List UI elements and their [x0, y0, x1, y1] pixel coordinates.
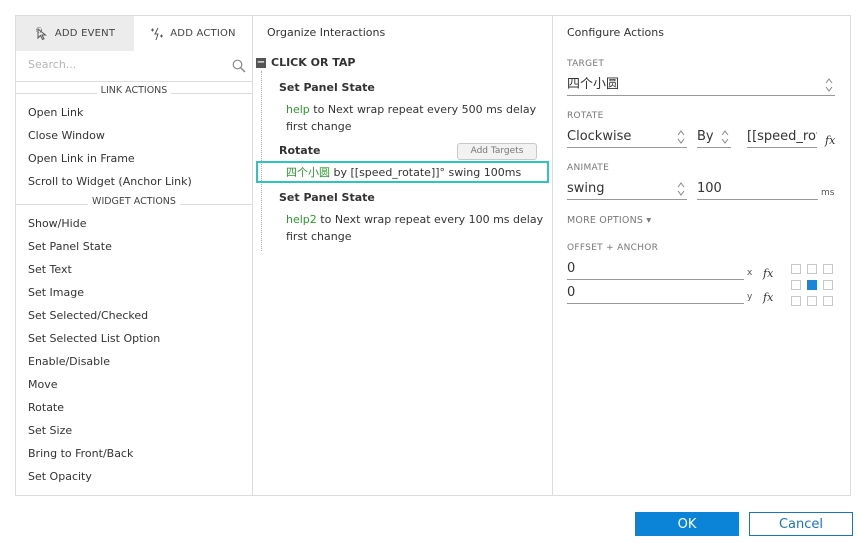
anchor-bottom-center[interactable]: [807, 296, 817, 306]
tab-add-action-label: ADD ACTION: [170, 28, 236, 39]
event-label: CLICK OR TAP: [271, 56, 356, 69]
search-icon[interactable]: [232, 59, 246, 73]
add-event-icon: [35, 26, 47, 40]
case-title-rotate[interactable]: Rotate: [279, 144, 320, 157]
duration-unit: ms: [821, 188, 835, 198]
ok-button[interactable]: OK: [635, 512, 739, 536]
select-arrows-icon: [677, 182, 685, 196]
offset-x-value: 0: [567, 261, 576, 276]
anchor-top-center[interactable]: [807, 264, 817, 274]
action-desc-2: by [[speed_rotate]]° swing 100ms: [330, 166, 522, 179]
organize-interactions-panel: Organize Interactions − CLICK OR TAP Set…: [252, 16, 553, 495]
action-enable-disable[interactable]: Enable/Disable: [16, 350, 252, 373]
rotate-value: [[speed_rotate]]: [747, 129, 817, 144]
action-open-link-in-frame[interactable]: Open Link in Frame: [16, 147, 252, 170]
rotate-direction-select[interactable]: Clockwise: [567, 127, 687, 148]
action-close-window[interactable]: Close Window: [16, 124, 252, 147]
offset-y-value: 0: [567, 285, 576, 300]
select-arrows-icon: [677, 130, 685, 144]
action-set-text[interactable]: Set Text: [16, 258, 252, 281]
action-set-size[interactable]: Set Size: [16, 419, 252, 442]
action-target-2: 四个小圆: [286, 166, 330, 179]
rotate-by-select[interactable]: By: [697, 127, 731, 148]
anchor-grid: [791, 264, 835, 308]
rotate-direction-value: Clockwise: [567, 129, 632, 144]
link-actions-list: Open Link Close Window Open Link in Fram…: [16, 101, 252, 193]
configure-actions-title: Configure Actions: [567, 26, 664, 39]
action-bring-to-front-back[interactable]: Bring to Front/Back: [16, 442, 252, 465]
add-targets-button[interactable]: Add Targets: [457, 143, 537, 160]
cancel-button[interactable]: Cancel: [749, 512, 853, 536]
selected-action-row[interactable]: 四个小圆 by [[speed_rotate]]° swing 100ms: [256, 161, 549, 183]
anchor-middle-left[interactable]: [791, 280, 801, 290]
action-show-hide[interactable]: Show/Hide: [16, 212, 252, 235]
action-set-selected-list-option[interactable]: Set Selected List Option: [16, 327, 252, 350]
anchor-top-left[interactable]: [791, 264, 801, 274]
offset-y-input[interactable]: 0: [567, 283, 744, 304]
anchor-bottom-left[interactable]: [791, 296, 801, 306]
action-set-image[interactable]: Set Image: [16, 281, 252, 304]
tab-add-event[interactable]: ADD EVENT: [16, 16, 134, 51]
tab-add-action[interactable]: ADD ACTION: [134, 16, 252, 51]
anchor-top-right[interactable]: [823, 264, 833, 274]
configure-actions-panel: Configure Actions TARGET 四个小圆 ROTATE Clo…: [552, 16, 850, 495]
action-open-link[interactable]: Open Link: [16, 101, 252, 124]
action-detail-3[interactable]: help2 to Next wrap repeat every 100 ms d…: [286, 211, 546, 245]
rotate-label: ROTATE: [567, 111, 604, 121]
offset-anchor-label: OFFSET + ANCHOR: [567, 243, 659, 253]
case-title-set-panel-state-1[interactable]: Set Panel State: [279, 81, 375, 94]
action-target-3: help2: [286, 213, 317, 226]
widget-actions-list: Show/Hide Set Panel State Set Text Set I…: [16, 212, 252, 488]
target-label: TARGET: [567, 59, 605, 69]
organize-interactions-title: Organize Interactions: [267, 26, 386, 39]
select-arrows-icon: [825, 78, 833, 92]
target-select[interactable]: 四个小圆: [567, 75, 835, 96]
action-target-1: help: [286, 103, 310, 116]
collapse-icon[interactable]: −: [256, 57, 266, 68]
palette-tabs: ADD EVENT ADD ACTION: [16, 16, 252, 51]
rotate-value-input[interactable]: [[speed_rotate]]: [747, 127, 817, 148]
action-search: [16, 51, 252, 82]
fx-icon[interactable]: fx: [763, 291, 773, 304]
tab-add-event-label: ADD EVENT: [54, 28, 116, 39]
anchor-middle-right[interactable]: [823, 280, 833, 290]
widget-actions-header: WIDGET ACTIONS: [16, 196, 252, 212]
animate-type-select[interactable]: swing: [567, 179, 687, 200]
animate-label: ANIMATE: [567, 163, 610, 173]
offset-y-unit: y: [747, 292, 753, 302]
add-action-icon: [151, 27, 164, 40]
actions-palette: ADD EVENT ADD ACTION LINK ACTIONS Open L…: [16, 16, 253, 495]
action-rotate[interactable]: Rotate: [16, 396, 252, 419]
action-move[interactable]: Move: [16, 373, 252, 396]
offset-x-unit: x: [747, 268, 753, 278]
action-set-selected-checked[interactable]: Set Selected/Checked: [16, 304, 252, 327]
fx-icon[interactable]: fx: [763, 267, 773, 280]
action-set-panel-state[interactable]: Set Panel State: [16, 235, 252, 258]
fx-icon[interactable]: fx: [825, 134, 835, 147]
anchor-bottom-right[interactable]: [823, 296, 833, 306]
select-arrows-icon: [721, 130, 729, 144]
target-value: 四个小圆: [567, 77, 620, 92]
action-scroll-to-widget[interactable]: Scroll to Widget (Anchor Link): [16, 170, 252, 193]
search-input[interactable]: [26, 57, 220, 72]
action-desc-1: to Next wrap repeat every 500 ms delay f…: [286, 103, 537, 133]
link-actions-header: LINK ACTIONS: [16, 85, 252, 101]
anchor-center[interactable]: [807, 280, 817, 290]
action-detail-1[interactable]: help to Next wrap repeat every 500 ms de…: [286, 101, 546, 135]
case-title-set-panel-state-2[interactable]: Set Panel State: [279, 191, 375, 204]
action-set-opacity[interactable]: Set Opacity: [16, 465, 252, 488]
event-click-or-tap[interactable]: − CLICK OR TAP: [256, 56, 355, 69]
offset-x-input[interactable]: 0: [567, 259, 744, 280]
rotate-by-value: By: [697, 129, 714, 144]
action-desc-3: to Next wrap repeat every 100 ms delay f…: [286, 213, 544, 243]
animate-type-value: swing: [567, 181, 605, 196]
interaction-editor-dialog: ADD EVENT ADD ACTION LINK ACTIONS Open L…: [15, 15, 851, 496]
animate-duration-input[interactable]: 100: [697, 179, 818, 200]
more-options-toggle[interactable]: MORE OPTIONS ▾: [567, 215, 651, 226]
animate-duration-value: 100: [697, 181, 722, 196]
